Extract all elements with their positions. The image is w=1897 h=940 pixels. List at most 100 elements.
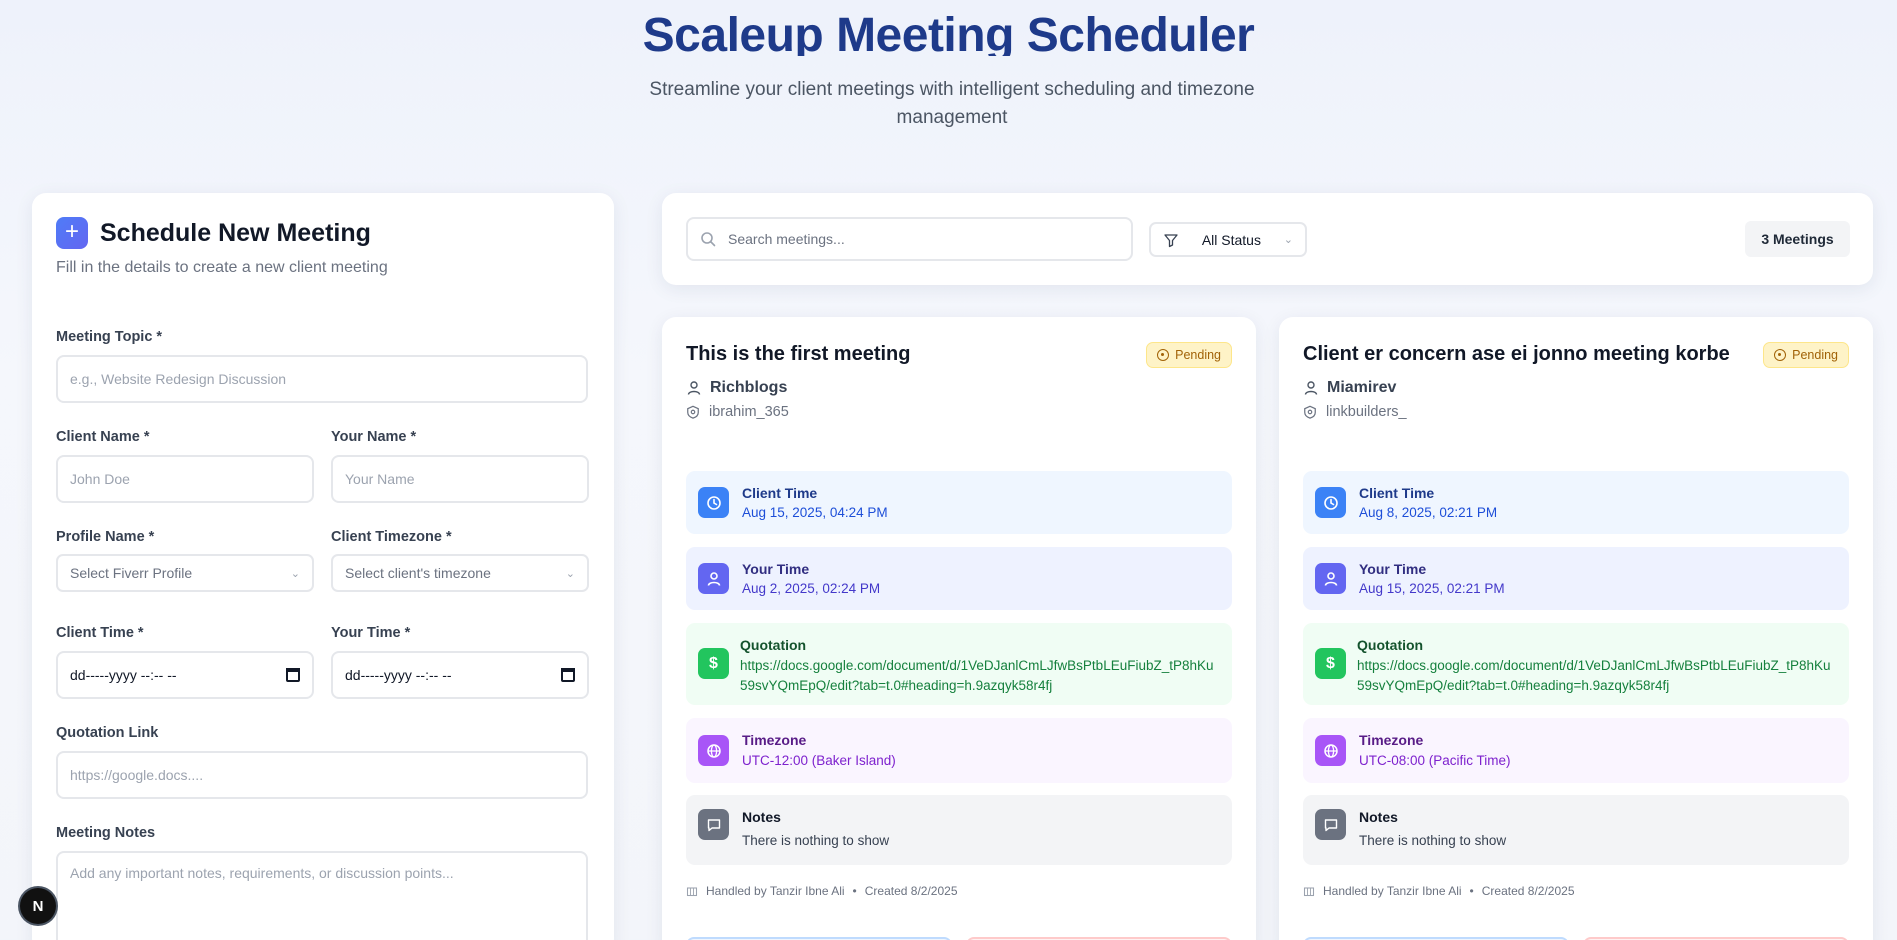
profile-name: linkbuilders_ [1326,404,1407,420]
status-badge-label: Pending [1792,348,1838,362]
calendar-icon[interactable] [561,668,575,682]
dollar-icon: $ [698,648,729,679]
profile-name: ibrahim_365 [709,404,789,420]
notes-title: Notes [742,809,781,825]
search-icon [701,232,716,247]
your-name-label: Your Name * [331,429,417,445]
meeting-footer: Handled by Tanzir Ibne Ali • Created 8/2… [686,884,958,898]
search-input[interactable]: Search meetings... [686,217,1133,261]
shield-icon [687,405,699,419]
meeting-card: This is the first meeting Pending Richbl… [662,317,1256,940]
your-time-value: Aug 15, 2025, 02:21 PM [1359,581,1505,596]
dollar-icon: $ [1315,648,1346,679]
client-time-label: Client Time * [56,625,144,641]
client-time-value: Aug 8, 2025, 02:21 PM [1359,505,1498,520]
message-icon [1315,809,1346,840]
clock-icon [1157,349,1170,361]
building-icon [1303,887,1315,897]
calendar-icon[interactable] [286,668,300,682]
clock-icon [698,487,729,518]
message-icon [698,809,729,840]
quotation-title: Quotation [1357,637,1424,653]
quotation-link-input[interactable]: https://google.docs.... [56,751,588,799]
clock-icon [1315,487,1346,518]
profile-label: Profile Name * [56,529,155,545]
chevron-down-icon: ⌄ [565,567,575,580]
timezone-title: Timezone [742,732,807,748]
your-time-label: Your Time * [331,625,411,641]
notes-value: There is nothing to show [1359,833,1507,848]
created-date: Created 8/2/2025 [864,884,958,898]
client-time-input[interactable]: dd-----yyyy --:-- -- [56,651,314,699]
user-icon [1304,381,1318,395]
client-row: Richblogs [686,379,787,397]
client-time-title: Client Time [1359,485,1435,501]
status-badge: Pending [1763,342,1849,368]
user-icon [698,563,729,594]
meeting-title: This is the first meeting [686,343,911,365]
separator-dot: • [1469,884,1474,898]
client-timezone-select[interactable]: Select client's timezone ⌄ [331,554,589,592]
your-time-tile: Your Time Aug 2, 2025, 02:24 PM [686,547,1232,610]
client-name: Miamirev [1327,379,1397,396]
client-name-input[interactable]: John Doe [56,455,314,503]
your-time-title: Your Time [1359,561,1427,577]
meetings-toolbar: Search meetings... All Status ⌄ 3 Meetin… [662,193,1873,285]
client-time-value: dd-----yyyy --:-- -- [70,667,177,683]
quotation-link[interactable]: https://docs.google.com/document/d/1VeDJ… [740,656,1220,696]
notes-tile: Notes There is nothing to show [1303,795,1849,865]
user-icon [1315,563,1346,594]
timezone-value: UTC-12:00 (Baker Island) [742,753,896,768]
chevron-down-icon: ⌄ [1283,234,1293,246]
your-name-input[interactable]: Your Name [331,455,589,503]
status-filter-value: All Status [1201,231,1261,248]
your-time-input[interactable]: dd-----yyyy --:-- -- [331,651,589,699]
status-badge-label: Pending [1175,348,1221,362]
timezone-tile: Timezone UTC-12:00 (Baker Island) [686,718,1232,783]
timezone-title: Timezone [1359,732,1424,748]
created-date: Created 8/2/2025 [1481,884,1575,898]
separator-dot: • [852,884,857,898]
quotation-link-label: Quotation Link [56,725,159,741]
quotation-link[interactable]: https://docs.google.com/document/d/1VeDJ… [1357,656,1837,696]
status-filter-select[interactable]: All Status ⌄ [1149,222,1307,257]
quotation-tile: $ Quotation https://docs.google.com/docu… [1303,623,1849,705]
filter-icon [1164,233,1178,247]
clock-icon [1774,349,1787,361]
meeting-count-badge: 3 Meetings [1745,221,1850,257]
client-row: Miamirev [1303,379,1396,397]
client-time-value: Aug 15, 2025, 04:24 PM [742,505,888,520]
quotation-tile: $ Quotation https://docs.google.com/docu… [686,623,1232,705]
globe-icon [698,735,729,766]
status-badge: Pending [1146,342,1232,368]
notes-title: Notes [1359,809,1398,825]
page-title: Scaleup Meeting Scheduler [642,9,1255,56]
profile-select[interactable]: Select Fiverr Profile ⌄ [56,554,314,592]
handled-by: Handled by Tanzir Ibne Ali [1323,884,1462,898]
quotation-title: Quotation [740,637,807,653]
meeting-notes-label: Meeting Notes [56,825,156,841]
client-name: Richblogs [710,379,788,396]
client-time-tile: Client Time Aug 8, 2025, 02:21 PM [1303,471,1849,534]
globe-icon [1315,735,1346,766]
page-subtitle: Streamline your client meetings with int… [649,79,1255,128]
profile-row: ibrahim_365 [686,404,789,420]
search-placeholder: Search meetings... [728,231,845,247]
your-time-value: Aug 2, 2025, 02:24 PM [742,581,881,596]
building-icon [686,887,698,897]
form-subtitle: Fill in the details to create a new clie… [56,259,388,276]
topic-input[interactable]: e.g., Website Redesign Discussion [56,355,588,403]
shield-icon [1304,405,1316,419]
topic-label: Meeting Topic * [56,329,163,345]
your-time-title: Your Time [742,561,810,577]
client-timezone-select-value: Select client's timezone [345,565,491,581]
client-time-title: Client Time [742,485,818,501]
notes-value: There is nothing to show [742,833,890,848]
meeting-notes-textarea[interactable]: Add any important notes, requirements, o… [56,851,588,940]
nextjs-dev-badge[interactable]: N [20,888,56,924]
notes-tile: Notes There is nothing to show [686,795,1232,865]
your-time-tile: Your Time Aug 15, 2025, 02:21 PM [1303,547,1849,610]
user-icon [687,381,701,395]
schedule-form-card: + Schedule New Meeting Fill in the detai… [32,193,614,940]
profile-row: linkbuilders_ [1303,404,1407,420]
